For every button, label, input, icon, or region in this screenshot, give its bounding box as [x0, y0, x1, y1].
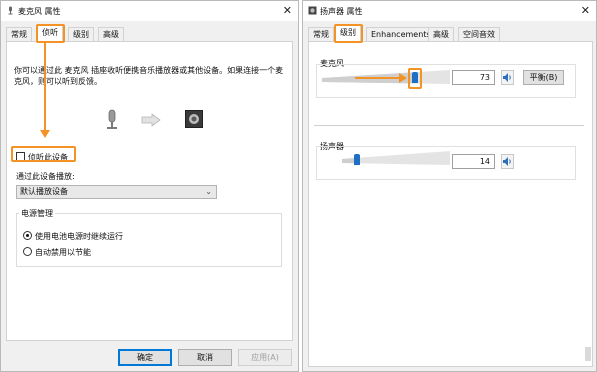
tab-general[interactable]: 常规 — [6, 27, 32, 41]
close-icon[interactable]: ✕ — [581, 4, 590, 17]
close-icon[interactable]: ✕ — [283, 4, 292, 17]
title-bar: 扬声器 属性 ✕ — [303, 1, 596, 21]
window-title: 扬声器 属性 — [320, 7, 363, 16]
radio-continue-on-battery[interactable] — [23, 231, 32, 240]
ok-button[interactable]: 确定 — [118, 349, 172, 366]
tab-spatial-sound[interactable]: 空间音效 — [458, 27, 500, 41]
microphone-icon — [107, 109, 117, 129]
speaker-properties-window: 扬声器 属性 ✕ 常规 级别 Enhancements 高级 空间音效 麦克风 … — [302, 0, 597, 372]
microphone-properties-window: 麦克风 属性 ✕ 常规 侦听 级别 高级 你可以通过此 麦克风 插座收听便携音乐… — [0, 0, 299, 372]
description-line-1: 你可以通过此 麦克风 插座收听便携音乐播放器或其他设备。如果连接一个麦 — [14, 66, 284, 75]
mic-slider-highlight — [408, 68, 423, 89]
listen-panel: 你可以通过此 麦克风 插座收听便携音乐播放器或其他设备。如果连接一个麦 克风，则… — [6, 41, 293, 341]
mic-level-group — [316, 64, 576, 98]
callout-arrow-line — [355, 77, 400, 79]
callout-arrow-line — [44, 43, 46, 132]
playback-label: 通过此设备播放: — [16, 172, 75, 181]
tab-advanced[interactable]: 高级 — [98, 27, 124, 41]
tab-levels[interactable]: 级别 — [68, 27, 94, 41]
arrow-right-icon — [141, 113, 161, 127]
levels-tab-highlight — [334, 24, 363, 43]
title-bar: 麦克风 属性 ✕ — [1, 1, 298, 21]
playback-device-select[interactable]: 默认播放设备 ⌄ — [16, 185, 217, 199]
tab-general[interactable]: 常规 — [308, 27, 334, 41]
window-title: 麦克风 属性 — [18, 7, 61, 16]
callout-arrow-head — [399, 73, 407, 83]
tab-enhancements[interactable]: Enhancements — [366, 27, 436, 41]
apply-button: 应用(A) — [238, 349, 292, 366]
tab-advanced[interactable]: 高级 — [428, 27, 454, 41]
speaker-level-group — [316, 146, 576, 180]
listen-checkbox-highlight — [11, 146, 76, 162]
speaker-icon — [308, 6, 317, 15]
radio-auto-disable[interactable] — [23, 247, 32, 256]
radio-auto-disable-label[interactable]: 自动禁用以节能 — [35, 247, 91, 258]
chevron-down-icon: ⌄ — [205, 187, 212, 196]
section-divider — [314, 125, 584, 126]
description-line-2: 克风，则可以听到反馈。 — [14, 77, 102, 86]
power-management-title: 电源管理 — [19, 208, 55, 219]
microphone-icon — [8, 6, 13, 15]
playback-device-value: 默认播放设备 — [20, 187, 68, 196]
cancel-button[interactable]: 取消 — [178, 349, 232, 366]
callout-arrow-head — [40, 130, 50, 138]
listen-tab-highlight — [36, 24, 65, 43]
speaker-icon — [185, 110, 203, 128]
levels-panel: 麦克风 73 平衡(B) 扬声器 14 — [308, 41, 593, 367]
radio-continue-label[interactable]: 使用电池电源时继续运行 — [35, 231, 123, 242]
scrollbar-thumb[interactable] — [585, 347, 591, 361]
